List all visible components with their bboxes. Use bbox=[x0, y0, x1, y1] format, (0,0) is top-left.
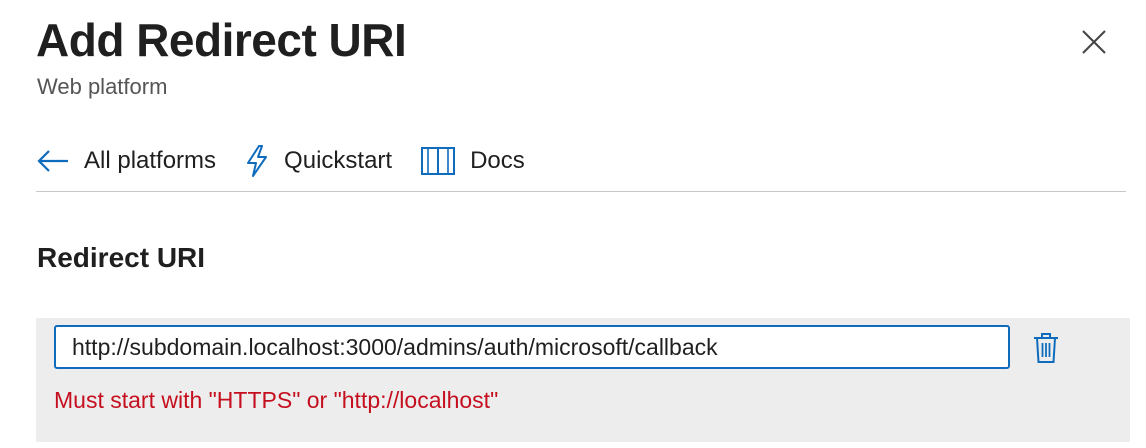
redirect-uri-input[interactable] bbox=[54, 325, 1010, 369]
book-icon bbox=[420, 145, 456, 177]
add-redirect-uri-panel: Add Redirect URI Web platform All platfo… bbox=[0, 0, 1146, 448]
quickstart-label: Quickstart bbox=[284, 147, 393, 174]
all-platforms-label: All platforms bbox=[84, 147, 217, 174]
all-platforms-button[interactable]: All platforms bbox=[36, 135, 216, 187]
docs-label: Docs bbox=[470, 147, 525, 174]
validation-error-message: Must start with "HTTPS" or "http://local… bbox=[54, 387, 499, 413]
lightning-icon bbox=[244, 144, 270, 178]
docs-button[interactable]: Docs bbox=[420, 135, 525, 187]
page-title: Add Redirect URI bbox=[36, 14, 407, 66]
command-bar: All platforms Quickstart Docs bbox=[36, 132, 1126, 190]
redirect-uri-row: Must start with "HTTPS" or "http://local… bbox=[36, 318, 1130, 442]
redirect-uri-heading: Redirect URI bbox=[37, 242, 206, 273]
quickstart-button[interactable]: Quickstart bbox=[244, 135, 392, 187]
close-button[interactable] bbox=[1074, 22, 1114, 62]
page-subtitle: Web platform bbox=[37, 74, 168, 99]
toolbar-divider bbox=[36, 191, 1126, 192]
close-icon bbox=[1082, 30, 1106, 54]
trash-icon bbox=[1034, 333, 1058, 363]
arrow-left-icon bbox=[36, 149, 70, 173]
delete-uri-button[interactable] bbox=[1028, 330, 1064, 366]
